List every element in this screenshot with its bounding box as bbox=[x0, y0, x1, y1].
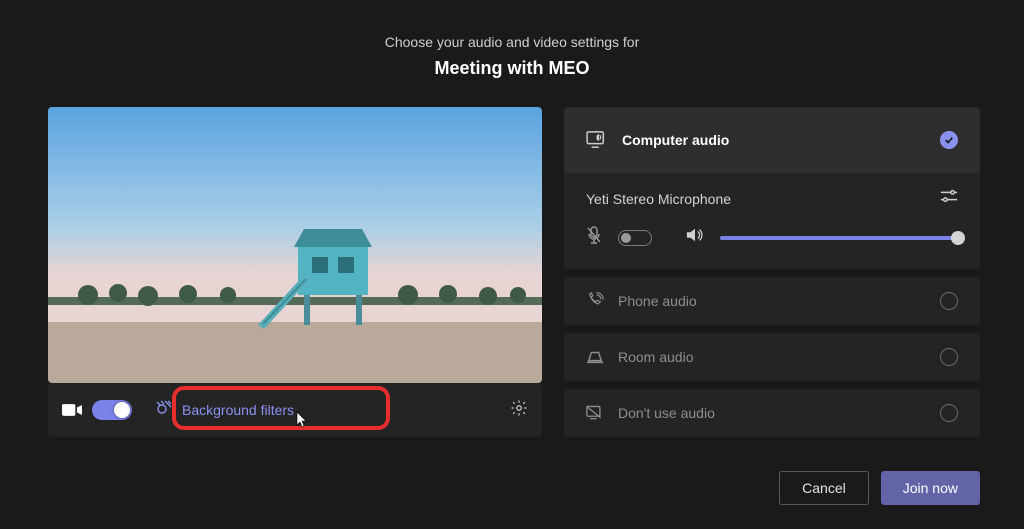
room-audio-label: Room audio bbox=[618, 349, 694, 365]
computer-audio-card[interactable]: Computer audio Yeti Stereo Microphone bbox=[564, 107, 980, 269]
meeting-title: Meeting with MEO bbox=[0, 58, 1024, 79]
device-settings-button[interactable] bbox=[510, 399, 528, 422]
phone-audio-label: Phone audio bbox=[618, 293, 697, 309]
phone-icon bbox=[586, 292, 604, 310]
radio-unselected-icon bbox=[940, 292, 958, 310]
selected-check-icon bbox=[940, 131, 958, 149]
radio-unselected-icon bbox=[940, 404, 958, 422]
background-filters-label: Background filters bbox=[182, 402, 294, 418]
microphone-device-label: Yeti Stereo Microphone bbox=[586, 191, 731, 207]
video-preview-placeholder bbox=[48, 107, 542, 383]
mic-toggle[interactable] bbox=[618, 230, 652, 246]
cancel-button[interactable]: Cancel bbox=[779, 471, 869, 505]
no-audio-option[interactable]: Don't use audio bbox=[564, 389, 980, 437]
phone-audio-option[interactable]: Phone audio bbox=[564, 277, 980, 325]
speaker-icon bbox=[686, 227, 704, 248]
camera-toggle[interactable] bbox=[92, 400, 132, 420]
mic-muted-icon bbox=[586, 226, 602, 249]
no-audio-label: Don't use audio bbox=[618, 405, 715, 421]
computer-audio-label: Computer audio bbox=[622, 132, 729, 148]
video-controls-bar: Background filters bbox=[48, 383, 542, 437]
video-preview bbox=[48, 107, 542, 383]
background-filters-icon bbox=[156, 400, 172, 421]
room-audio-option[interactable]: Room audio bbox=[564, 333, 980, 381]
no-audio-icon bbox=[586, 405, 604, 421]
room-icon bbox=[586, 349, 604, 365]
radio-unselected-icon bbox=[940, 348, 958, 366]
volume-slider[interactable] bbox=[720, 236, 958, 240]
background-filters-button[interactable]: Background filters bbox=[156, 400, 294, 421]
computer-audio-icon bbox=[586, 131, 608, 149]
join-now-button[interactable]: Join now bbox=[881, 471, 980, 505]
audio-settings-button[interactable] bbox=[940, 189, 958, 208]
pre-join-subtitle: Choose your audio and video settings for bbox=[0, 34, 1024, 50]
camera-icon bbox=[62, 403, 82, 417]
